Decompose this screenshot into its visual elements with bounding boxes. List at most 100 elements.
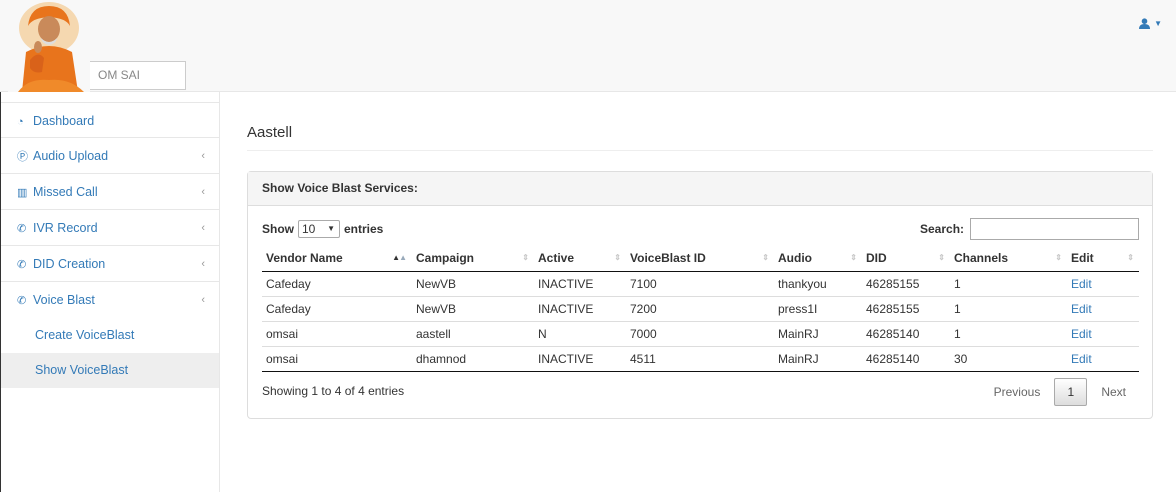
table-row: Cafeday NewVB INACTIVE 7200 press1I 4628… — [262, 296, 1139, 322]
brand-label: OM SAI — [98, 68, 141, 82]
cell-audio: MainRJ — [774, 321, 862, 347]
cell-channels: 1 — [950, 271, 1067, 297]
cell-active: INACTIVE — [534, 346, 626, 372]
chevron-left-icon: ‹ — [201, 222, 205, 234]
page-1-button[interactable]: 1 — [1054, 378, 1088, 406]
cell-audio: MainRJ — [774, 346, 862, 372]
table-info: Showing 1 to 4 of 4 entries — [262, 384, 405, 398]
sort-icon: ⇕ — [850, 253, 857, 262]
cell-did: 46285140 — [862, 346, 950, 372]
column-header-campaign[interactable]: Campaign ⇕ — [412, 246, 534, 272]
sort-icon: ⇕ — [1127, 253, 1134, 262]
dropdown-arrow-icon: ▼ — [327, 224, 335, 233]
sai-baba-logo[interactable] — [8, 0, 90, 92]
column-header-channels[interactable]: Channels ⇕ — [950, 246, 1067, 272]
cell-active: INACTIVE — [534, 296, 626, 322]
edit-link[interactable]: Edit — [1071, 327, 1092, 341]
table-header-row: Vendor Name ▲▲ Campaign ⇕ Active ⇕ VoiceBla… — [262, 246, 1139, 272]
column-header-label: VoiceBlast ID — [630, 251, 706, 266]
column-header-label: DID — [866, 251, 887, 266]
sort-icon: ⇕ — [614, 253, 621, 262]
search-label: Search: — [920, 222, 965, 236]
sidebar-subitem-create-voiceblast[interactable]: Create VoiceBlast — [1, 318, 219, 353]
table-row: omsai aastell N 7000 MainRJ 46285140 1 E… — [262, 321, 1139, 347]
cell-vendor: Cafeday — [262, 296, 412, 322]
cell-edit: Edit — [1067, 296, 1139, 322]
sort-icon: ⇕ — [938, 253, 945, 262]
voice-blast-table: Vendor Name ▲▲ Campaign ⇕ Active ⇕ VoiceBla… — [262, 246, 1139, 372]
sidebar-subitem-show-voiceblast[interactable]: Show VoiceBlast — [1, 353, 219, 388]
column-header-voiceblast-id[interactable]: VoiceBlast ID ⇕ — [626, 246, 774, 272]
sidebar: ◔ Dashboard Ⓟ Audio Upload ‹ ▥ Missed Call … — [0, 92, 220, 492]
user-menu[interactable]: ▼ — [1139, 18, 1162, 29]
next-button[interactable]: Next — [1087, 385, 1140, 399]
cell-campaign: NewVB — [412, 296, 534, 322]
cell-campaign: aastell — [412, 321, 534, 347]
phone-icon: ✆ — [17, 259, 27, 271]
column-header-vendor-name[interactable]: Vendor Name ▲▲ — [262, 246, 412, 272]
sidebar-item-voice-blast[interactable]: ✆ Voice Blast ‹ — [1, 282, 219, 318]
column-header-label: Campaign — [416, 251, 475, 266]
cell-active: INACTIVE — [534, 271, 626, 297]
page-length-select[interactable]: 10 ▼ — [298, 220, 340, 238]
phone-icon: ✆ — [17, 223, 27, 235]
column-header-active[interactable]: Active ⇕ — [534, 246, 626, 272]
pagination: Previous 1 Next — [980, 378, 1140, 406]
cell-channels: 1 — [950, 296, 1067, 322]
table-row: omsai dhamnod INACTIVE 4511 MainRJ 46285… — [262, 346, 1139, 372]
chevron-left-icon: ‹ — [201, 294, 205, 306]
cell-channels: 30 — [950, 346, 1067, 372]
panel-heading: Show Voice Blast Services: — [248, 172, 1152, 206]
sidebar-item-dashboard[interactable]: ◔ Dashboard — [1, 102, 219, 138]
table-row: Cafeday NewVB INACTIVE 7100 thankyou 462… — [262, 271, 1139, 297]
search-input[interactable] — [970, 218, 1140, 240]
sidebar-item-audio-upload[interactable]: Ⓟ Audio Upload ‹ — [1, 138, 219, 174]
chevron-left-icon: ‹ — [201, 150, 205, 162]
column-header-label: Edit — [1071, 251, 1094, 266]
dashboard-icon: ◔ — [17, 116, 24, 128]
column-header-label: Active — [538, 251, 575, 266]
cell-did: 46285155 — [862, 296, 950, 322]
bar-chart-icon: ▥ — [17, 187, 28, 199]
edit-link[interactable]: Edit — [1071, 277, 1092, 291]
column-header-label: Vendor Name — [266, 251, 343, 266]
sort-icon: ⇕ — [762, 253, 769, 262]
voice-blast-panel: Show Voice Blast Services: Show 10 ▼ ent… — [247, 171, 1153, 419]
cell-id: 4511 — [626, 346, 774, 372]
column-header-label: Channels — [954, 251, 1009, 266]
column-header-audio[interactable]: Audio ⇕ — [774, 246, 862, 272]
show-label: Show — [262, 222, 294, 236]
user-icon — [1139, 18, 1151, 29]
sidebar-item-label: Voice Blast — [33, 293, 95, 307]
sort-icon: ⇕ — [522, 253, 529, 262]
cell-id: 7000 — [626, 321, 774, 347]
cell-id: 7100 — [626, 271, 774, 297]
page-length-control: Show 10 ▼ entries — [262, 220, 383, 238]
cell-vendor: omsai — [262, 321, 412, 347]
edit-link[interactable]: Edit — [1071, 352, 1092, 366]
top-navbar: OM SAI ▼ — [0, 0, 1176, 92]
audio-icon: Ⓟ — [17, 151, 28, 163]
page-title: Aastell — [247, 124, 1153, 151]
cell-channels: 1 — [950, 321, 1067, 347]
sort-asc-icon: ▲▲ — [392, 253, 407, 262]
page-length-value: 10 — [302, 222, 316, 236]
phone-icon: ✆ — [17, 295, 27, 307]
cell-did: 46285155 — [862, 271, 950, 297]
sidebar-item-missed-call[interactable]: ▥ Missed Call ‹ — [1, 174, 219, 210]
edit-link[interactable]: Edit — [1071, 302, 1092, 316]
sidebar-item-label: Dashboard — [33, 114, 95, 128]
column-header-edit[interactable]: Edit ⇕ — [1067, 246, 1139, 272]
cell-edit: Edit — [1067, 321, 1139, 347]
caret-down-icon: ▼ — [1154, 19, 1162, 28]
cell-campaign: dhamnod — [412, 346, 534, 372]
previous-button[interactable]: Previous — [980, 385, 1055, 399]
column-header-label: Audio — [778, 251, 812, 266]
sidebar-item-ivr-record[interactable]: ✆ IVR Record ‹ — [1, 210, 219, 246]
cell-audio: press1I — [774, 296, 862, 322]
sidebar-item-did-creation[interactable]: ✆ DID Creation ‹ — [1, 246, 219, 282]
column-header-did[interactable]: DID ⇕ — [862, 246, 950, 272]
entries-label: entries — [344, 222, 384, 236]
cell-id: 7200 — [626, 296, 774, 322]
sidebar-item-label: Audio Upload — [33, 149, 109, 163]
